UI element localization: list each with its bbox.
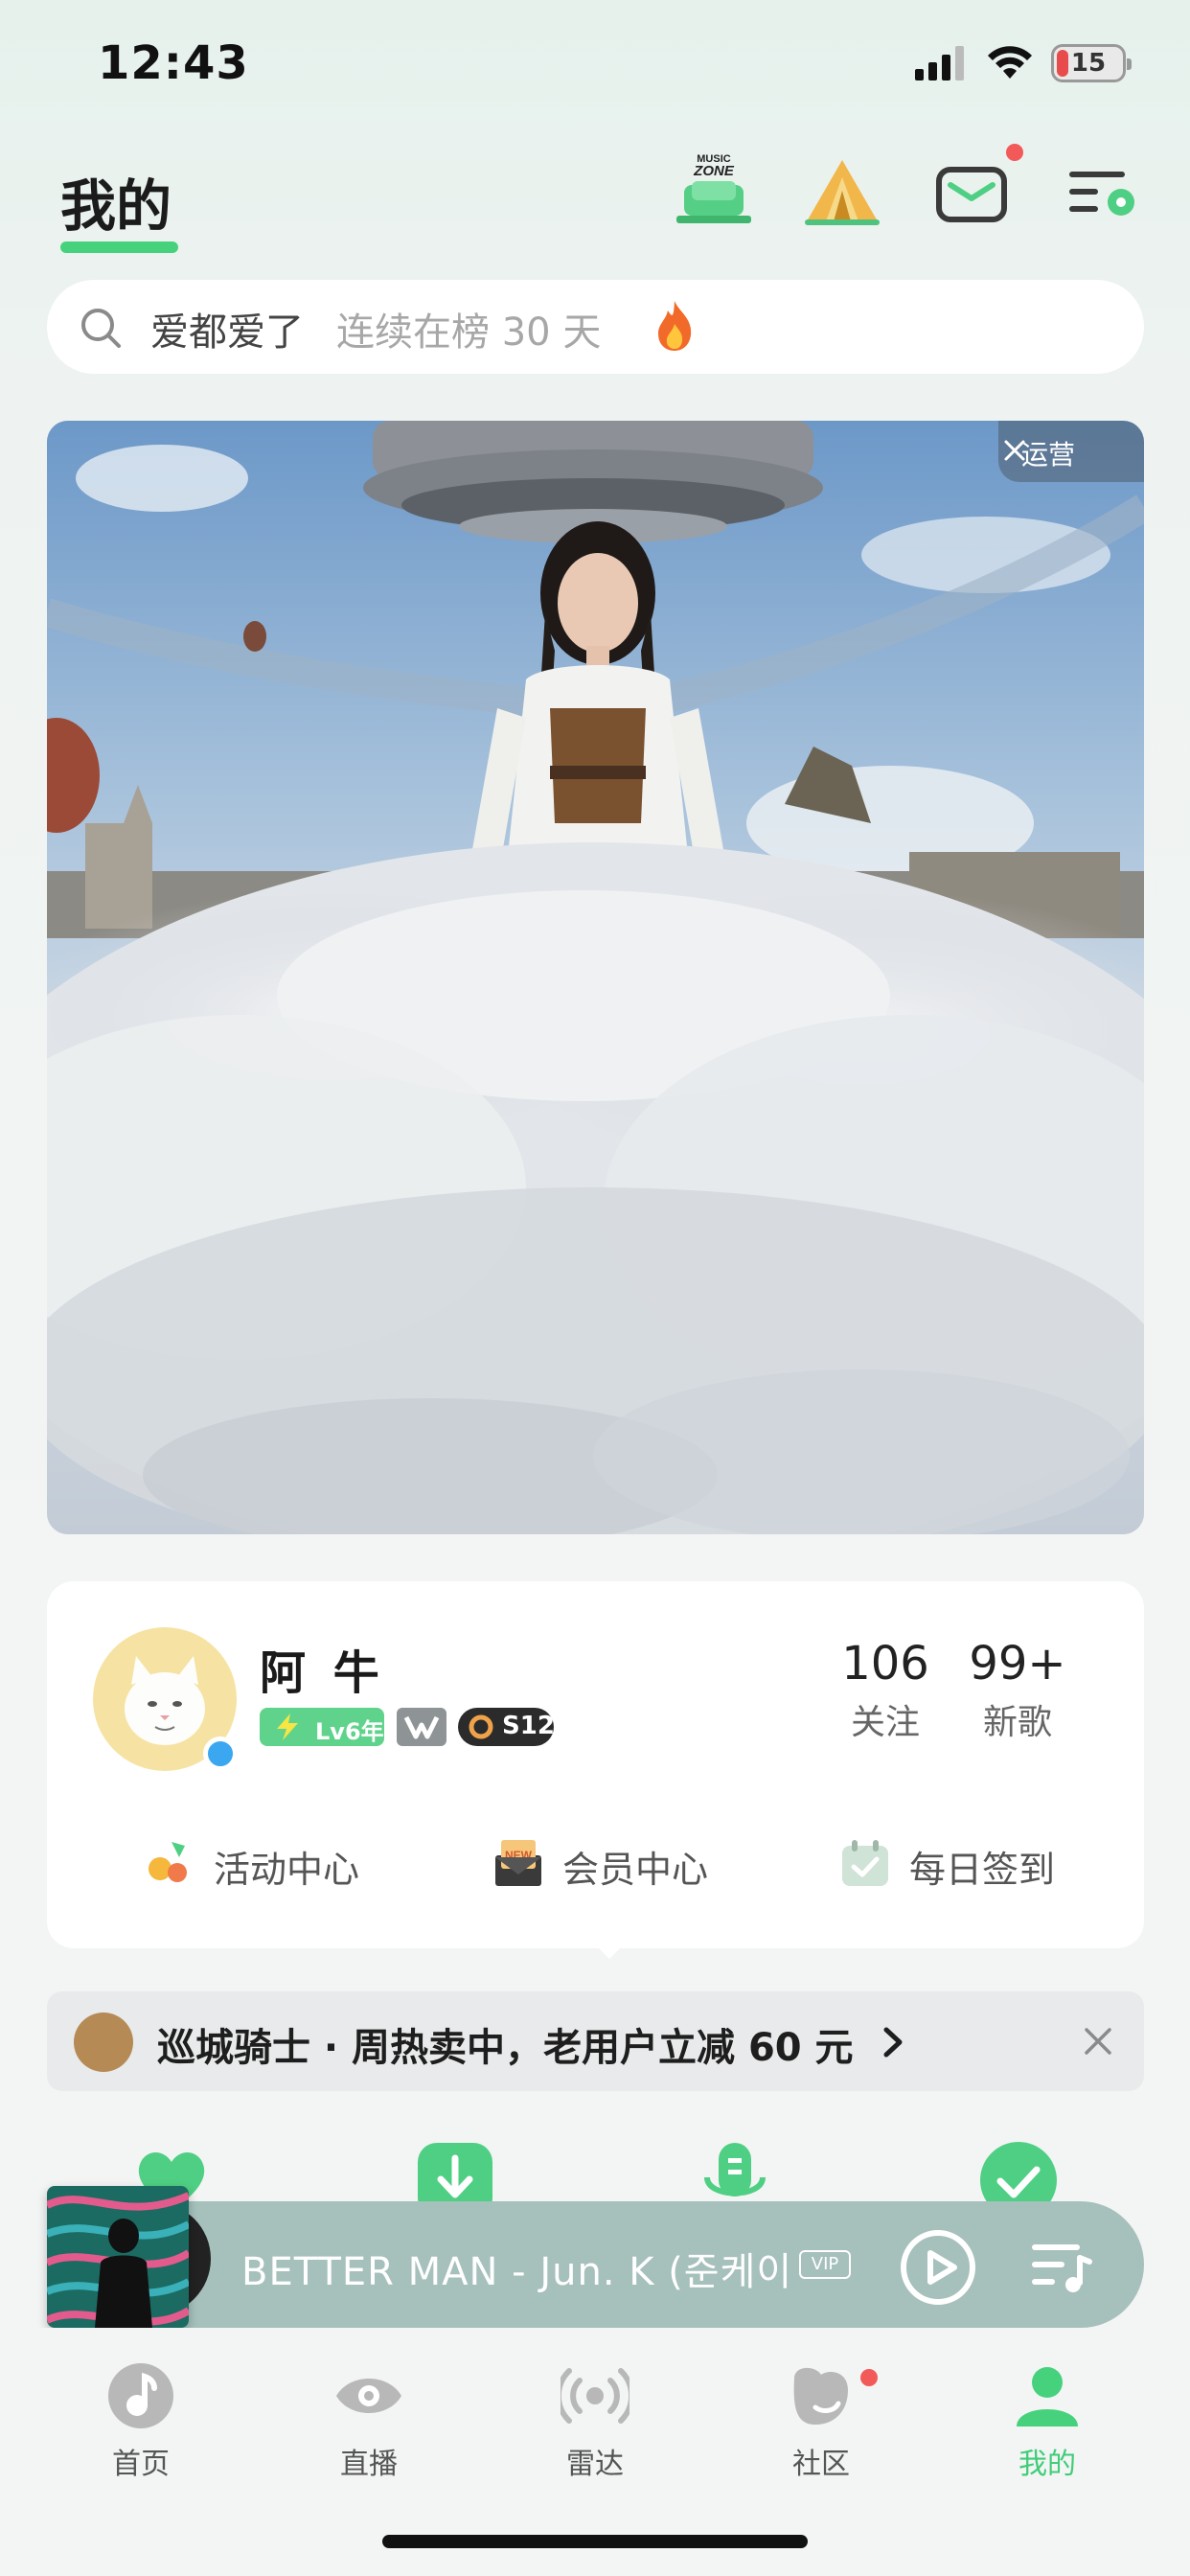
tent-icon[interactable] (801, 149, 883, 231)
s12-badge-text: S12 (502, 1712, 555, 1740)
search-hot-meta: 连续在榜 30 天 (336, 310, 602, 355)
tab-radar[interactable]: 雷达 (523, 2361, 667, 2496)
community-notification-dot (860, 2369, 878, 2386)
radar-icon (561, 2368, 629, 2424)
vip-badge-icon[interactable] (397, 1708, 446, 1746)
close-banner-icon[interactable] (998, 434, 1031, 467)
daily-checkin-label: 每日签到 (909, 1849, 1056, 1891)
search-bar[interactable]: 爱都爱了 连续在榜 30 天 (47, 280, 1144, 374)
following-stat[interactable]: 106 关注 (823, 1637, 948, 1744)
status-time: 12:43 (98, 36, 249, 90)
daily-checkin-icon (842, 1840, 888, 1886)
message-notification-dot (1006, 144, 1023, 161)
wifi-icon (988, 46, 1032, 79)
banner-image (47, 421, 1144, 1534)
play-icon[interactable] (899, 2228, 977, 2307)
level-badge-text: Lv6年 (315, 1718, 384, 1745)
avatar-status-badge (203, 1736, 238, 1771)
tab-home-label: 首页 (112, 2448, 170, 2481)
close-promo-icon[interactable] (1081, 2024, 1115, 2058)
activity-center-icon (149, 1842, 187, 1882)
community-icon (793, 2367, 848, 2425)
search-hot-query: 爱都爱了 (150, 310, 304, 355)
following-count: 106 (841, 1637, 929, 1690)
profile-icon (1017, 2367, 1078, 2426)
new-songs-stat[interactable]: 99+ 新歌 (955, 1637, 1080, 1744)
member-center-label: 会员中心 (562, 1849, 709, 1891)
following-label: 关注 (850, 1703, 920, 1742)
user-name: 阿 牛 (260, 1646, 385, 1700)
tab-community-label: 社区 (792, 2448, 850, 2481)
fire-icon (658, 301, 692, 351)
promo-banner[interactable]: 运营 (47, 421, 1144, 1534)
tab-radar-label: 雷达 (566, 2448, 624, 2481)
ring-icon (469, 1714, 493, 1739)
album-cover[interactable] (47, 2186, 189, 2328)
live-eye-icon (336, 2379, 401, 2413)
home-note-icon (108, 2363, 173, 2428)
cellular-signal-icon (915, 46, 967, 80)
promo-strip[interactable]: 巡城骑士 · 周热卖中，老用户立减 60 元 (47, 1991, 1144, 2091)
svg-text:ZONE: ZONE (693, 163, 735, 179)
new-songs-count: 99+ (969, 1637, 1066, 1690)
member-center-icon: NEW (495, 1840, 541, 1886)
ad-tag: 运营 (998, 421, 1144, 482)
tab-profile-label: 我的 (1018, 2448, 1076, 2481)
tab-home[interactable]: 首页 (69, 2361, 213, 2496)
promo-avatar-icon (74, 2012, 133, 2072)
message-icon[interactable] (931, 149, 1014, 231)
chevron-right-icon (883, 2027, 903, 2058)
tab-live-label: 直播 (340, 2448, 398, 2481)
menu-settings-icon[interactable] (1062, 149, 1144, 231)
music-zone-icon[interactable]: MUSIC ZONE (673, 149, 755, 231)
new-songs-label: 新歌 (982, 1703, 1052, 1742)
page-title: 我的 (60, 173, 172, 239)
activity-center-label: 活动中心 (214, 1849, 360, 1891)
card-pointer (596, 1945, 623, 1959)
status-bar: 12:43 15 (0, 0, 1190, 125)
vip-tag: VIP (799, 2250, 851, 2279)
tab-live[interactable]: 直播 (297, 2361, 441, 2496)
now-playing-title: BETTER MAN - Jun. K (준케이 (241, 2250, 793, 2294)
album-cover-image (47, 2186, 189, 2328)
title-underline (60, 242, 178, 253)
home-indicator (382, 2535, 808, 2548)
lightning-icon (277, 1714, 298, 1740)
battery-level: 15 (1070, 49, 1107, 78)
profile-card: 阿 牛 Lv6年 S12 106 关注 99+ 新歌 活动中心 NEW 会员中心… (47, 1581, 1144, 1948)
search-icon (81, 309, 121, 348)
playlist-icon[interactable] (1030, 2237, 1093, 2296)
promo-text: 巡城骑士 · 周热卖中，老用户立减 60 元 (157, 2026, 854, 2070)
level-badge[interactable]: Lv6年 (260, 1708, 384, 1746)
battery-icon: 15 (1051, 44, 1132, 82)
s12-badge[interactable]: S12 (458, 1708, 555, 1746)
tab-profile[interactable]: 我的 (975, 2361, 1119, 2496)
